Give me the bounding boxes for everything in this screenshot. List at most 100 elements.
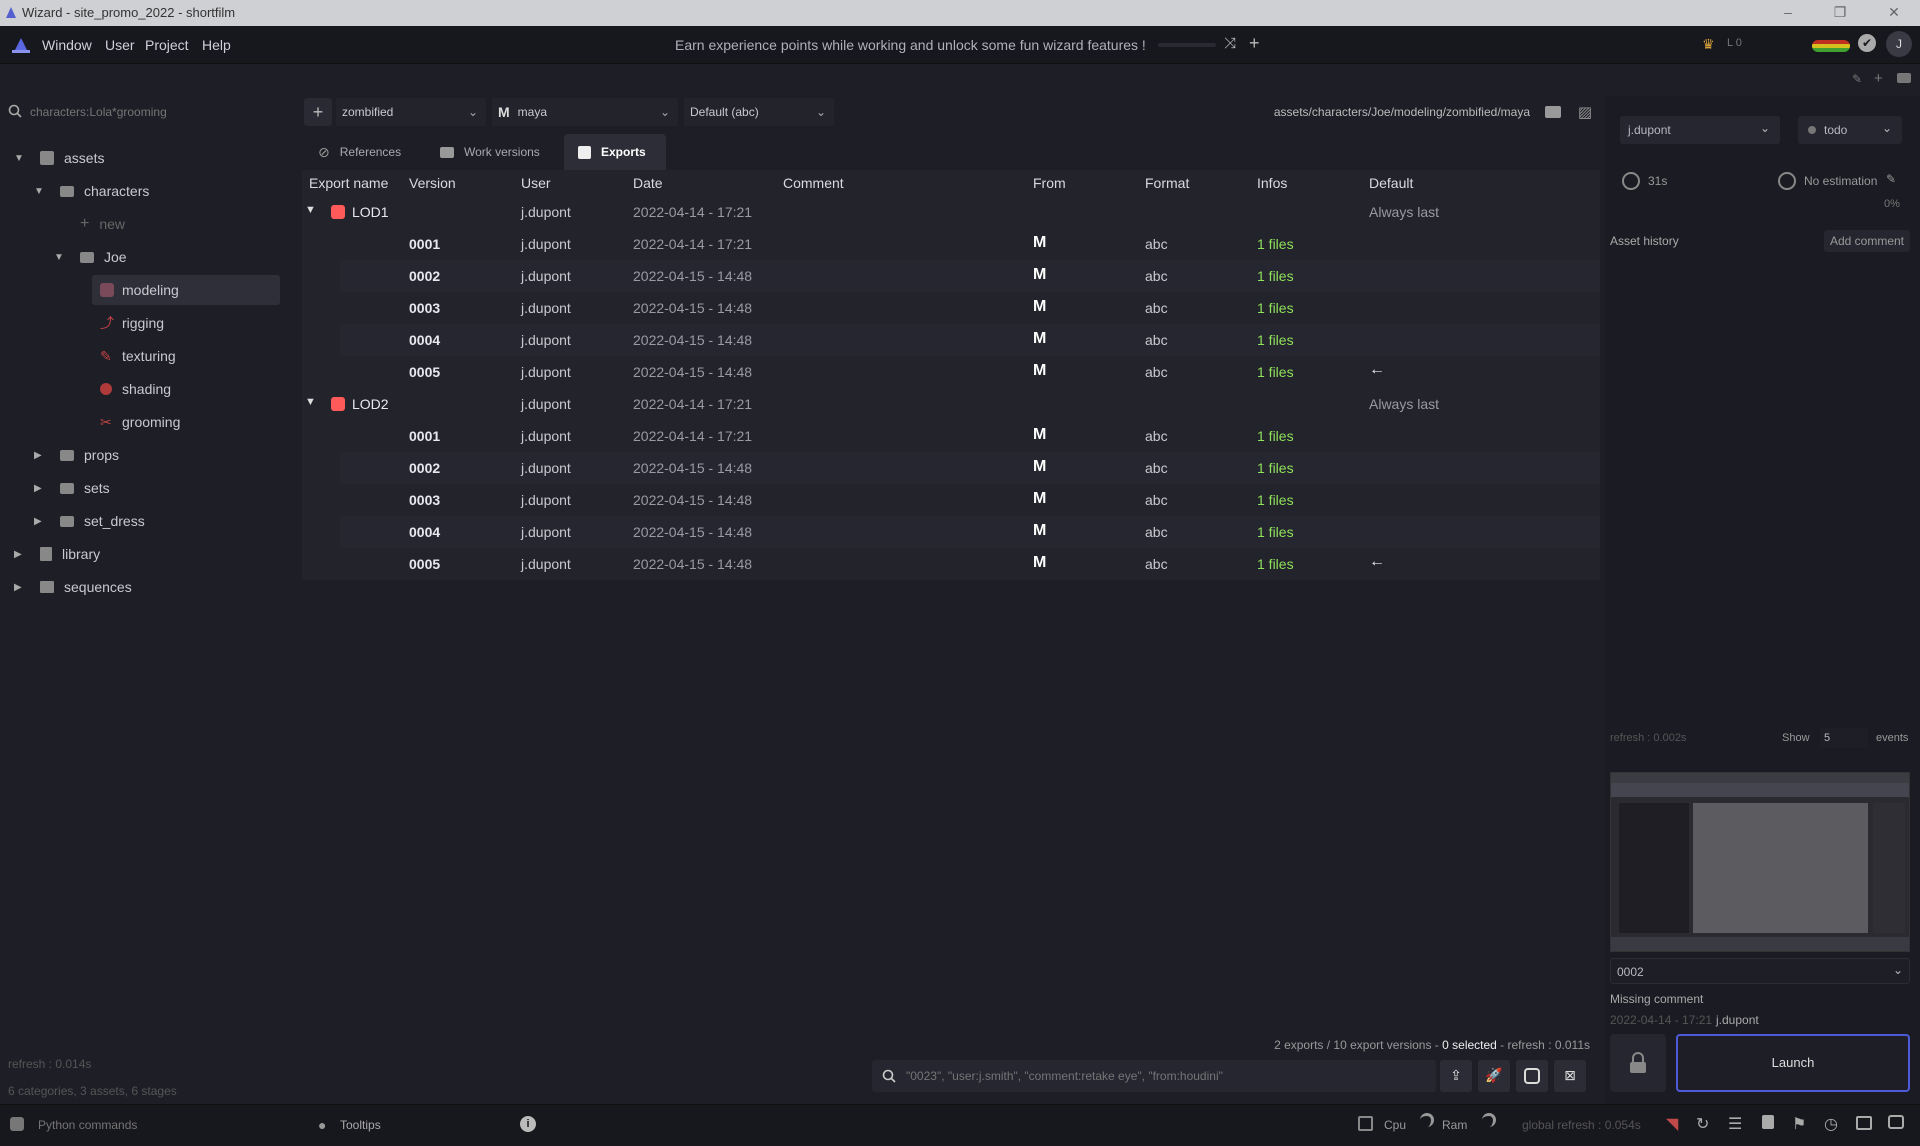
tree-item-rigging[interactable]: ⤴ rigging	[100, 311, 164, 335]
user-select[interactable]: j.dupont ⌄	[1620, 116, 1780, 144]
export-version-row[interactable]: 0005 j.dupont 2022-04-15 - 14:48 Mabc 1 file…	[340, 356, 1600, 388]
window-button[interactable]	[1516, 1060, 1548, 1092]
tree-item-modeling[interactable]: modeling	[100, 278, 179, 302]
tab-references[interactable]: ⊘ References	[304, 134, 415, 170]
export-version-row[interactable]: 0004 j.dupont 2022-04-15 - 14:48 Mabc 1 file…	[340, 516, 1600, 548]
folder-icon[interactable]	[1897, 73, 1911, 83]
tree-item-props[interactable]: ▶ props	[34, 443, 119, 467]
console-icon[interactable]	[1856, 1116, 1872, 1130]
export-version-row[interactable]: 0001 j.dupont 2022-04-14 - 17:21 Mabc 1 file…	[340, 420, 1600, 452]
tree-item-grooming[interactable]: ✂ grooming	[100, 410, 180, 434]
chevron-down-icon[interactable]: ▼	[14, 153, 28, 164]
export-group-row[interactable]: ▼ LOD2 j.dupont 2022-04-14 - 17:21 Always la…	[302, 388, 1600, 420]
minimize-button[interactable]: –	[1778, 4, 1798, 22]
upload-button[interactable]: ⇪	[1440, 1060, 1472, 1092]
chevron-down-icon[interactable]: ▼	[34, 186, 48, 197]
export-version-row[interactable]: 0002 j.dupont 2022-04-15 - 14:48 Mabc 1 file…	[340, 260, 1600, 292]
chevron-right-icon[interactable]: ▶	[34, 450, 48, 461]
version-files[interactable]: 1 files	[1257, 300, 1294, 316]
run-icon[interactable]: ⚑	[1792, 1114, 1806, 1134]
chevron-down-icon[interactable]: ▼	[305, 204, 316, 216]
col-date[interactable]: Date	[633, 175, 663, 191]
info-icon[interactable]: i	[520, 1116, 536, 1132]
lock-icon[interactable]	[1762, 1115, 1774, 1129]
version-files[interactable]: 1 files	[1257, 524, 1294, 540]
version-files[interactable]: 1 files	[1257, 492, 1294, 508]
menu-window[interactable]: Window	[42, 37, 92, 53]
menu-user[interactable]: User	[105, 37, 135, 53]
screenshot-button[interactable]: ▨	[1572, 98, 1598, 126]
add-icon[interactable]: +	[1249, 33, 1260, 54]
add-comment-button[interactable]: Add comment	[1824, 230, 1910, 252]
open-folder-button[interactable]	[1540, 98, 1566, 126]
version-files[interactable]: 1 files	[1257, 332, 1294, 348]
default-arrow-icon[interactable]: ←	[1369, 553, 1385, 571]
chevron-right-icon[interactable]: ▶	[34, 483, 48, 494]
col-default[interactable]: Default	[1369, 175, 1413, 191]
version-files[interactable]: 1 files	[1257, 268, 1294, 284]
python-command-input[interactable]	[38, 1115, 298, 1135]
export-version-row[interactable]: 0003 j.dupont 2022-04-15 - 14:48 Mabc 1 file…	[340, 484, 1600, 516]
chevron-right-icon[interactable]: ▶	[34, 516, 48, 527]
close-button[interactable]: ✕	[1884, 4, 1904, 22]
tab-exports[interactable]: Exports	[564, 134, 666, 170]
tab-work-versions[interactable]: Work versions	[426, 134, 554, 170]
history-icon[interactable]: ◷	[1824, 1114, 1838, 1134]
settings-sliders-icon[interactable]: ☰	[1728, 1114, 1742, 1134]
tree-item-sets[interactable]: ▶ sets	[34, 476, 110, 500]
chevron-right-icon[interactable]: ▶	[14, 549, 28, 560]
software-select[interactable]: M maya ⌄	[492, 98, 678, 126]
col-version[interactable]: Version	[409, 175, 456, 191]
launch-button[interactable]: Launch	[1676, 1034, 1910, 1092]
refresh-icon[interactable]: ↻	[1696, 1114, 1709, 1134]
shuffle-icon[interactable]: ⤨	[1224, 35, 1236, 52]
export-default[interactable]: Always last	[1369, 204, 1439, 220]
tree-search-input[interactable]	[30, 102, 280, 122]
col-comment[interactable]: Comment	[783, 175, 844, 191]
tooltips-toggle[interactable]: Tooltips	[340, 1118, 381, 1132]
tree-item-characters[interactable]: ▼ characters	[34, 179, 149, 203]
add-export-button[interactable]: +	[304, 98, 332, 126]
tree-item-library[interactable]: ▶ library	[14, 542, 100, 566]
maximize-button[interactable]: ❐	[1830, 4, 1850, 22]
col-user[interactable]: User	[521, 175, 551, 191]
edit-icon[interactable]: ✎	[1852, 72, 1862, 86]
tree-item-set-dress[interactable]: ▶ set_dress	[34, 509, 145, 533]
version-files[interactable]: 1 files	[1257, 236, 1294, 252]
variant-select[interactable]: zombified ⌄	[336, 98, 486, 126]
version-files[interactable]: 1 files	[1257, 364, 1294, 380]
tree-item-joe[interactable]: ▼ Joe	[54, 245, 127, 269]
state-select[interactable]: todo ⌄	[1798, 116, 1902, 144]
export-version-row[interactable]: 0001 j.dupont 2022-04-14 - 17:21 Mabc 1 file…	[340, 228, 1600, 260]
events-count-input[interactable]: 5	[1820, 728, 1868, 748]
tree-item-sequences[interactable]: ▶ sequences	[14, 575, 132, 599]
col-format[interactable]: Format	[1145, 175, 1189, 191]
exports-search-input[interactable]	[906, 1066, 1426, 1086]
launch-rocket-button[interactable]: 🚀	[1478, 1060, 1510, 1092]
export-group-row[interactable]: ▼ LOD1 j.dupont 2022-04-14 - 17:21 Always la…	[302, 196, 1600, 228]
user-avatar[interactable]: J	[1886, 31, 1912, 57]
export-version-row[interactable]: 0003 j.dupont 2022-04-15 - 14:48 Mabc 1 file…	[340, 292, 1600, 324]
edit-icon[interactable]: ✎	[1886, 172, 1896, 186]
tree-item-shading[interactable]: shading	[100, 377, 171, 401]
lightbulb-icon[interactable]: ●	[318, 1117, 326, 1133]
export-version-row[interactable]: 0004 j.dupont 2022-04-15 - 14:48 Mabc 1 file…	[340, 324, 1600, 356]
exports-search-box[interactable]	[872, 1060, 1436, 1092]
version-select[interactable]: 0002 ⌄	[1610, 958, 1910, 984]
tree-item-assets[interactable]: ▼ assets	[14, 146, 104, 170]
chevron-down-icon[interactable]: ▼	[54, 252, 68, 263]
version-files[interactable]: 1 files	[1257, 428, 1294, 444]
rss-icon[interactable]: ◥	[1666, 1114, 1678, 1134]
chevron-right-icon[interactable]: ▶	[14, 582, 28, 593]
export-version-row[interactable]: 0002 j.dupont 2022-04-15 - 14:48 Mabc 1 file…	[340, 452, 1600, 484]
menu-help[interactable]: Help	[202, 37, 231, 53]
chat-icon[interactable]	[1888, 1115, 1904, 1129]
add-icon[interactable]: +	[1874, 70, 1883, 87]
chevron-down-icon[interactable]: ▼	[305, 396, 316, 408]
menu-project[interactable]: Project	[145, 37, 189, 53]
version-files[interactable]: 1 files	[1257, 556, 1294, 572]
export-format-select[interactable]: Default (abc) ⌄	[684, 98, 834, 126]
lock-button[interactable]	[1610, 1034, 1666, 1092]
col-infos[interactable]: Infos	[1257, 175, 1287, 191]
export-version-row[interactable]: 0005 j.dupont 2022-04-15 - 14:48 Mabc 1 file…	[340, 548, 1600, 580]
